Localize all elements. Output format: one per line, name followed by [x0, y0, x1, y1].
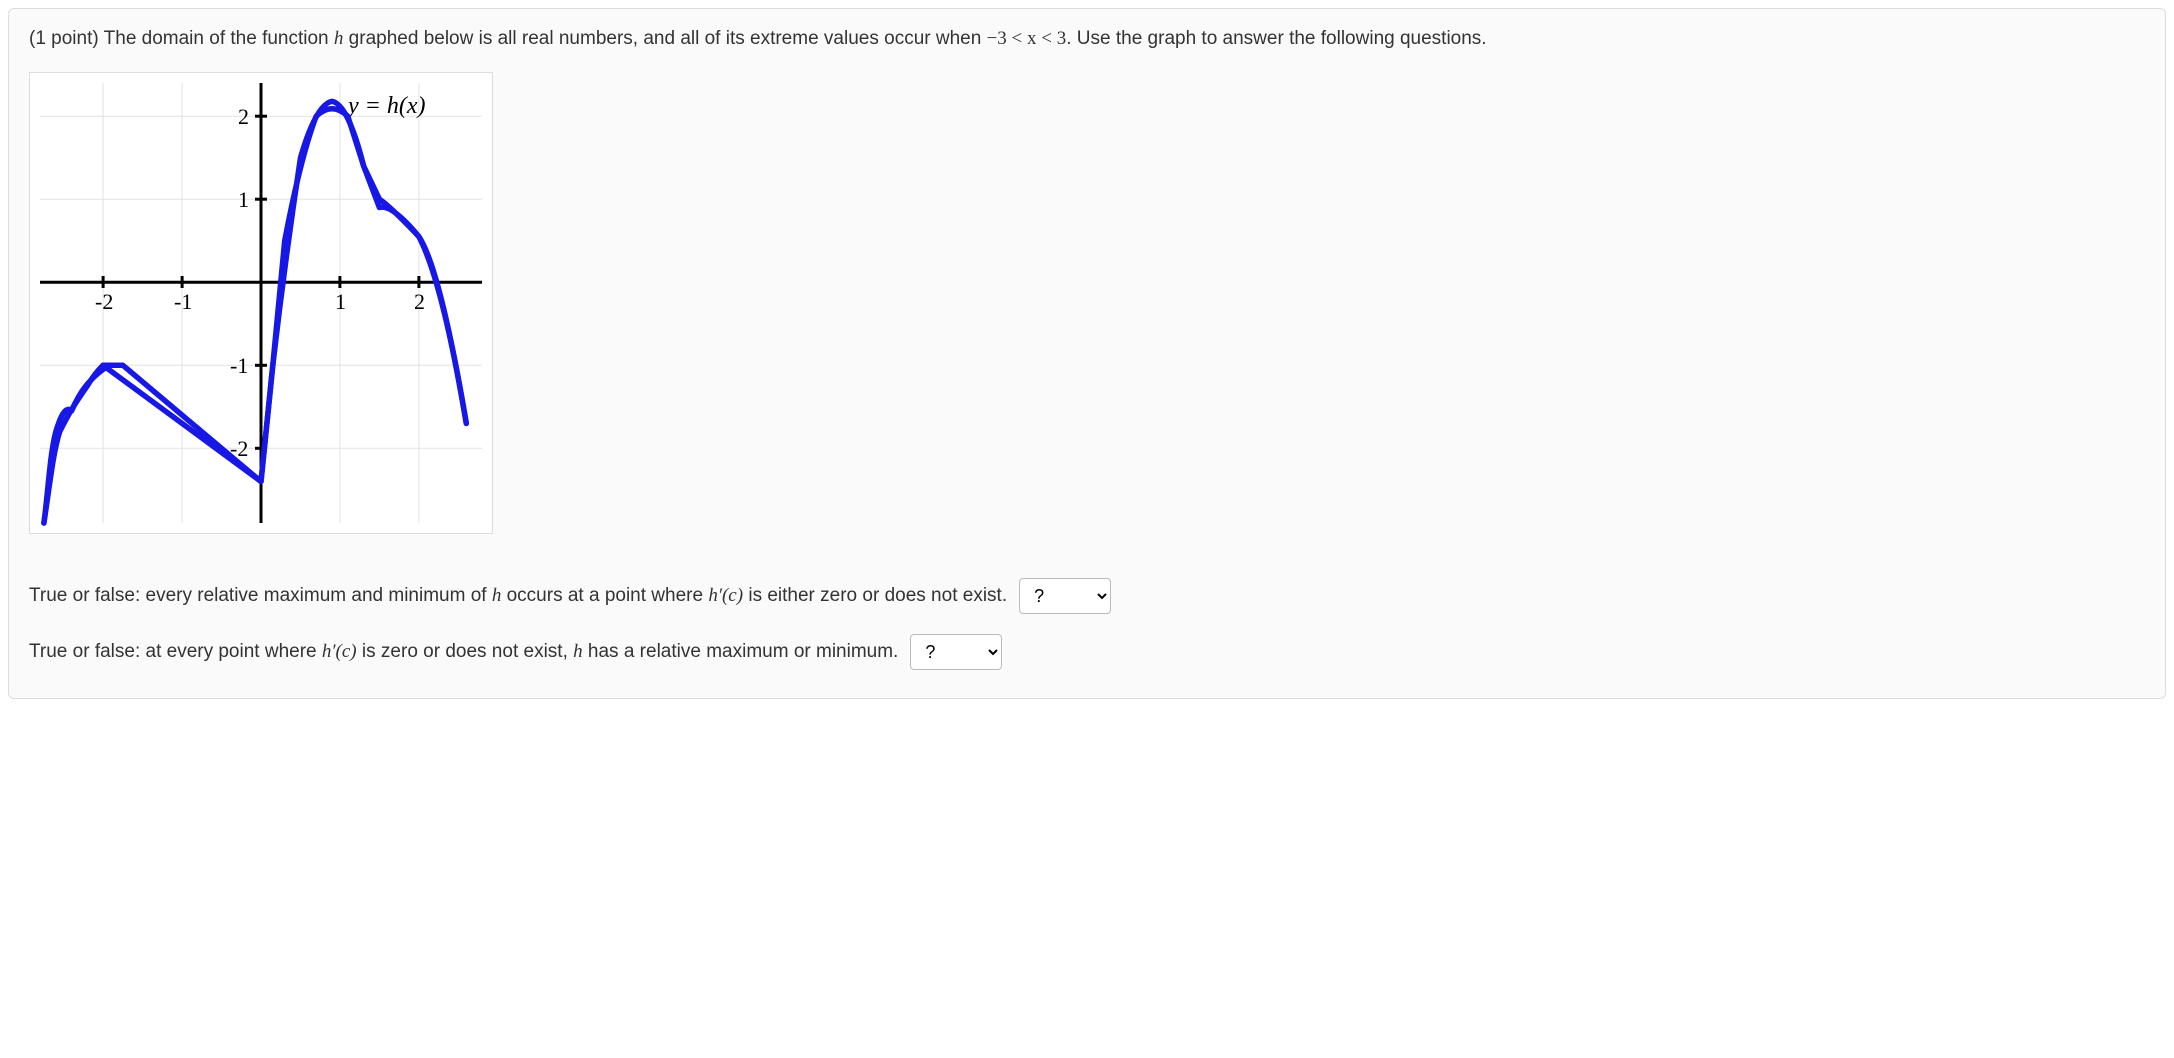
question-2-row: True or false: at every point where h′(c… — [29, 634, 2145, 670]
curve-label: y = h(x) — [346, 93, 425, 119]
x-tick-neg1: -1 — [174, 289, 192, 314]
prompt-post: . Use the graph to answer the following … — [1066, 28, 1486, 49]
question-2-text: True or false: at every point where h′(c… — [29, 638, 898, 666]
y-tick-2: 2 — [238, 104, 249, 129]
question-1-select[interactable]: ?TrueFalse — [1019, 578, 1111, 614]
y-tick-neg1: -1 — [230, 353, 248, 378]
q2-fn: h — [573, 641, 583, 662]
q1-expr: h′(c) — [708, 585, 743, 606]
q2-post: has a relative maximum or minimum. — [583, 641, 899, 662]
q1-pre: True or false: every relative maximum an… — [29, 585, 492, 606]
problem-card: (1 point) The domain of the function h g… — [8, 8, 2166, 699]
problem-prompt: (1 point) The domain of the function h g… — [29, 25, 2145, 54]
y-tick-1: 1 — [238, 187, 249, 212]
q2-pre: True or false: at every point where — [29, 641, 322, 662]
function-curve-overlay — [44, 108, 466, 522]
points-label: (1 point) — [29, 28, 104, 49]
q1-post: is either zero or does not exist. — [743, 585, 1007, 606]
x-tick-1: 1 — [335, 289, 346, 314]
domain-inequality: −3 < x < 3 — [987, 28, 1067, 49]
function-name: h — [334, 28, 344, 49]
question-2-select[interactable]: ?TrueFalse — [910, 634, 1002, 670]
question-1-text: True or false: every relative maximum an… — [29, 582, 1007, 610]
question-1-row: True or false: every relative maximum an… — [29, 578, 2145, 614]
prompt-mid: graphed below is all real numbers, and a… — [343, 28, 986, 49]
graph-container: -2 -1 1 2 2 1 -1 -2 y = h(x) — [29, 72, 493, 534]
x-tick-neg2: -2 — [95, 289, 113, 314]
x-tick-2: 2 — [414, 289, 425, 314]
q2-mid: is zero or does not exist, — [357, 641, 574, 662]
q1-mid: occurs at a point where — [501, 585, 708, 606]
q1-fn: h — [492, 585, 502, 606]
graph-svg: -2 -1 1 2 2 1 -1 -2 y = h(x) — [30, 73, 492, 533]
prompt-pre: The domain of the function — [104, 28, 334, 49]
q2-expr: h′(c) — [322, 641, 357, 662]
